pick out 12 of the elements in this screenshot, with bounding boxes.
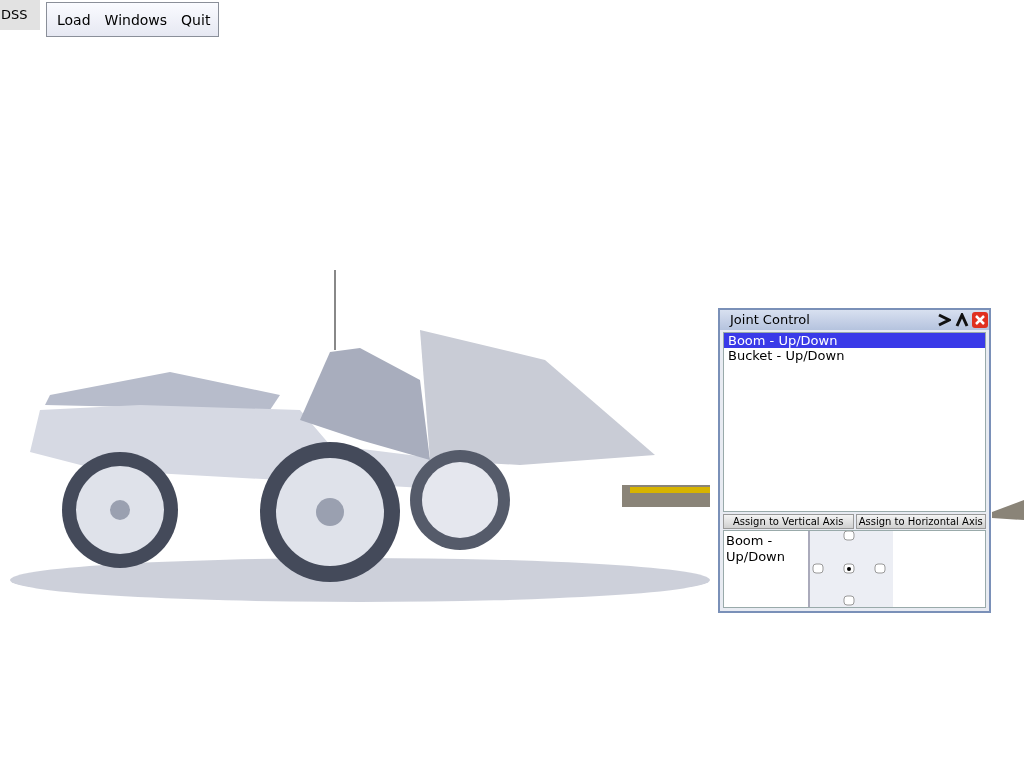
window-title: Joint Control: [730, 312, 811, 328]
list-item[interactable]: Bucket - Up/Down: [724, 347, 985, 363]
menu-item[interactable]: Quit: [175, 11, 217, 28]
assign-button[interactable]: Assign to Horizontal Axis: [855, 514, 986, 529]
app-label: DSS: [0, 0, 40, 30]
menu-item[interactable]: Windows: [98, 11, 174, 28]
object-edge-drawing: [992, 500, 1024, 520]
menu-item[interactable]: Load: [51, 11, 97, 28]
assign-button[interactable]: Assign to Vertical Axis: [723, 514, 854, 529]
list-item[interactable]: Boom - Up/Down: [724, 332, 985, 348]
chevron-up-icon[interactable]: [953, 310, 971, 329]
close-icon[interactable]: [971, 310, 989, 329]
